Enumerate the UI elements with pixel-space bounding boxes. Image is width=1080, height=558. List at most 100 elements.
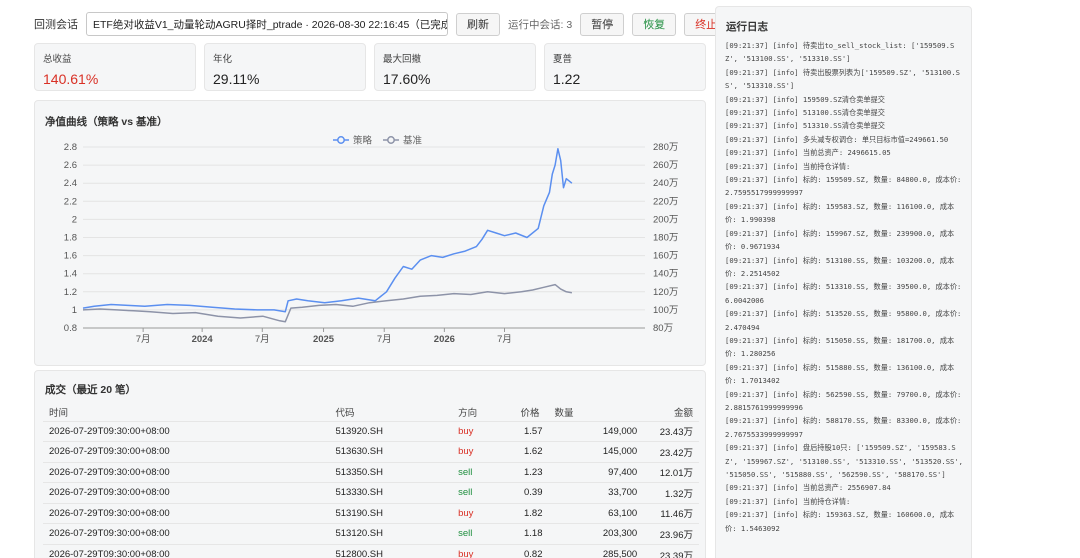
trade-code: 513920.SH bbox=[329, 420, 453, 442]
session-label: 回测会话 bbox=[34, 19, 78, 31]
trade-amount: 11.46万 bbox=[643, 502, 699, 524]
metric-label: 年化 bbox=[213, 54, 233, 65]
trades-title: 成交（最近 20 笔） bbox=[45, 384, 137, 396]
log-line: [09:21:37] [info] 待卖出to_sell_stock_list:… bbox=[725, 41, 955, 64]
trade-time: 2026-07-29T09:30:00+08:00 bbox=[43, 523, 330, 544]
trades-body: 2026-07-29T09:30:00+08:00 513920.SH buy 1.5… bbox=[43, 420, 699, 558]
metric-card-total-return: 总收益 140.61% bbox=[34, 43, 196, 91]
session-select[interactable]: ETF绝对收益V1_动量轮动AGRU择时_ptrade · 2026-08-30… bbox=[86, 12, 448, 36]
y2-tick-label: 180万 bbox=[653, 233, 678, 244]
y2-tick-label: 80万 bbox=[653, 323, 673, 334]
trade-qty: 203,300 bbox=[548, 523, 644, 544]
legend-label: 策略 bbox=[353, 135, 373, 147]
trade-amount: 23.42万 bbox=[643, 441, 699, 462]
table-row: 2026-07-29T09:30:00+08:00 513330.SH sell 0.… bbox=[43, 482, 699, 503]
trades-table: 时间 代码 方向 价格 数量 金额 2026-07-29T09:30:00+08… bbox=[43, 403, 699, 558]
trade-code: 513350.SH bbox=[329, 461, 453, 483]
y2-tick-label: 140万 bbox=[653, 269, 678, 280]
x-tick-label: 2025 bbox=[313, 334, 335, 345]
trade-price: 1.18 bbox=[514, 523, 549, 544]
resume-button[interactable]: 恢复 bbox=[632, 12, 677, 36]
trade-time: 2026-07-29T09:30:00+08:00 bbox=[43, 420, 330, 442]
trade-qty: 33,700 bbox=[548, 482, 644, 503]
series-line-benchmark bbox=[82, 283, 573, 323]
metric-card-sharpe: 夏普 1.22 bbox=[544, 43, 706, 91]
col-time: 时间 bbox=[49, 407, 69, 419]
y-tick-label: 1.4 bbox=[64, 269, 77, 280]
trades-panel: 成交（最近 20 笔） 时间 代码 方向 价格 数量 金额 2026-07-29… bbox=[34, 370, 706, 558]
trade-price: 0.39 bbox=[514, 482, 549, 503]
trade-time: 2026-07-29T09:30:00+08:00 bbox=[43, 502, 330, 524]
log-line: [09:21:37] [info] 513100.SS清仓卖单提交 bbox=[725, 108, 885, 118]
legend-label: 基准 bbox=[403, 135, 423, 147]
trade-price: 1.57 bbox=[514, 420, 549, 442]
pause-button[interactable]: 暂停 bbox=[580, 12, 625, 36]
trade-price: 0.82 bbox=[514, 543, 549, 558]
metric-card-annualized: 年化 29.11% bbox=[204, 43, 366, 91]
log-line: [09:21:37] [info] 标的: 159967.SZ, 数量: 239… bbox=[725, 228, 955, 252]
table-row: 2026-07-29T09:30:00+08:00 513120.SH sell 1.… bbox=[43, 523, 699, 544]
trade-qty: 145,000 bbox=[548, 441, 644, 462]
log-line: [09:21:37] [info] 标的: 159509.SZ, 数量: 848… bbox=[725, 175, 962, 198]
trade-price: 1.62 bbox=[514, 441, 549, 462]
trade-code: 513120.SH bbox=[329, 523, 453, 544]
col-code: 代码 bbox=[335, 407, 355, 419]
run-log-panel[interactable]: 运行日志 [09:21:37] [info] 待卖出to_sell_stock_… bbox=[715, 6, 972, 558]
y-tick-label: 2.4 bbox=[64, 178, 77, 189]
log-line: [09:21:37] [info] 当前总资产: 2496615.05 bbox=[725, 148, 891, 158]
equity-curve-chart: 0.8 80万 1 100万 1.2 120万 1.4 140万 1.6 160万 1.8 180万 2… bbox=[64, 135, 679, 346]
legend-marker-dot bbox=[387, 136, 395, 144]
trade-price: 1.82 bbox=[514, 502, 549, 524]
trade-amount: 23.39万 bbox=[643, 543, 699, 558]
trade-side: buy bbox=[452, 543, 515, 558]
log-line: [09:21:37] [info] 标的: 515050.SS, 数量: 181… bbox=[725, 335, 955, 359]
log-line: [09:21:37] [info] 标的: 515880.SS, 数量: 136… bbox=[725, 362, 955, 386]
y2-tick-label: 260万 bbox=[653, 160, 678, 171]
y2-tick-label: 120万 bbox=[653, 287, 678, 298]
log-line: [09:21:37] [info] 159509.SZ清仓卖单提交 bbox=[725, 94, 885, 104]
trade-qty: 63,100 bbox=[548, 502, 644, 524]
x-tick-label: 2026 bbox=[434, 334, 455, 345]
session-toolbar: 回测会话 ETF绝对收益V1_动量轮动AGRU择时_ptrade · 2026-… bbox=[34, 10, 729, 38]
x-tick-label: 2024 bbox=[192, 334, 214, 345]
y-tick-label: 1.6 bbox=[64, 251, 77, 262]
x-tick-label: 7月 bbox=[377, 334, 392, 345]
x-tick-label: 7月 bbox=[497, 334, 512, 345]
trade-side: sell bbox=[452, 482, 515, 503]
y2-tick-label: 200万 bbox=[653, 214, 678, 225]
trade-code: 512800.SH bbox=[329, 543, 453, 558]
log-line: [09:21:37] [info] 当前总资产: 2556907.84 bbox=[725, 483, 891, 493]
trade-amount: 23.96万 bbox=[643, 523, 699, 544]
chart-title: 净值曲线（策略 vs 基准） bbox=[45, 116, 168, 128]
log-line: [09:21:37] [info] 513310.SS清仓卖单提交 bbox=[725, 121, 885, 131]
y-tick-label: 1.8 bbox=[64, 233, 77, 244]
metric-label: 总收益 bbox=[43, 54, 72, 65]
trade-qty: 97,400 bbox=[548, 461, 644, 483]
trade-side: sell bbox=[452, 461, 515, 483]
y2-tick-label: 160万 bbox=[653, 251, 678, 262]
trade-side: sell bbox=[452, 523, 515, 544]
y-tick-label: 2.8 bbox=[64, 142, 77, 153]
trade-time: 2026-07-29T09:30:00+08:00 bbox=[43, 482, 330, 503]
trade-code: 513190.SH bbox=[329, 502, 453, 524]
log-line: [09:21:37] [info] 标的: 513100.SS, 数量: 103… bbox=[725, 255, 955, 278]
log-line: [09:21:37] [info] 多头减专权调仓: 单只目标市值=249661… bbox=[725, 134, 949, 144]
trade-code: 513330.SH bbox=[329, 482, 453, 503]
trade-time: 2026-07-29T09:30:00+08:00 bbox=[43, 461, 330, 483]
y2-tick-label: 100万 bbox=[653, 305, 678, 316]
metric-card-max-drawdown: 最大回撤 17.60% bbox=[374, 43, 536, 91]
log-line: [09:21:37] [info] 待卖出股票列表为['159509.SZ', … bbox=[725, 67, 960, 91]
trade-side: buy bbox=[452, 502, 515, 524]
y-tick-label: 2.2 bbox=[64, 196, 77, 207]
refresh-button[interactable]: 刷新 bbox=[456, 12, 500, 36]
metric-value: 17.60% bbox=[383, 71, 431, 87]
legend-marker-dot bbox=[337, 136, 345, 144]
session-select-value: ETF绝对收益V1_动量轮动AGRU择时_ptrade · 2026-08-30… bbox=[93, 18, 448, 31]
log-line: [09:21:37] [info] 标的: 513310.SS, 数量: 395… bbox=[725, 282, 962, 305]
log-title: 运行日志 bbox=[726, 21, 768, 33]
x-tick-label: 7月 bbox=[136, 334, 151, 345]
y2-tick-label: 220万 bbox=[653, 196, 678, 207]
log-line: [09:21:37] [info] 标的: 513520.SS, 数量: 958… bbox=[725, 309, 962, 332]
col-side: 方向 bbox=[458, 407, 478, 419]
table-row: 2026-07-29T09:30:00+08:00 512800.SH buy 0.8… bbox=[43, 543, 699, 558]
